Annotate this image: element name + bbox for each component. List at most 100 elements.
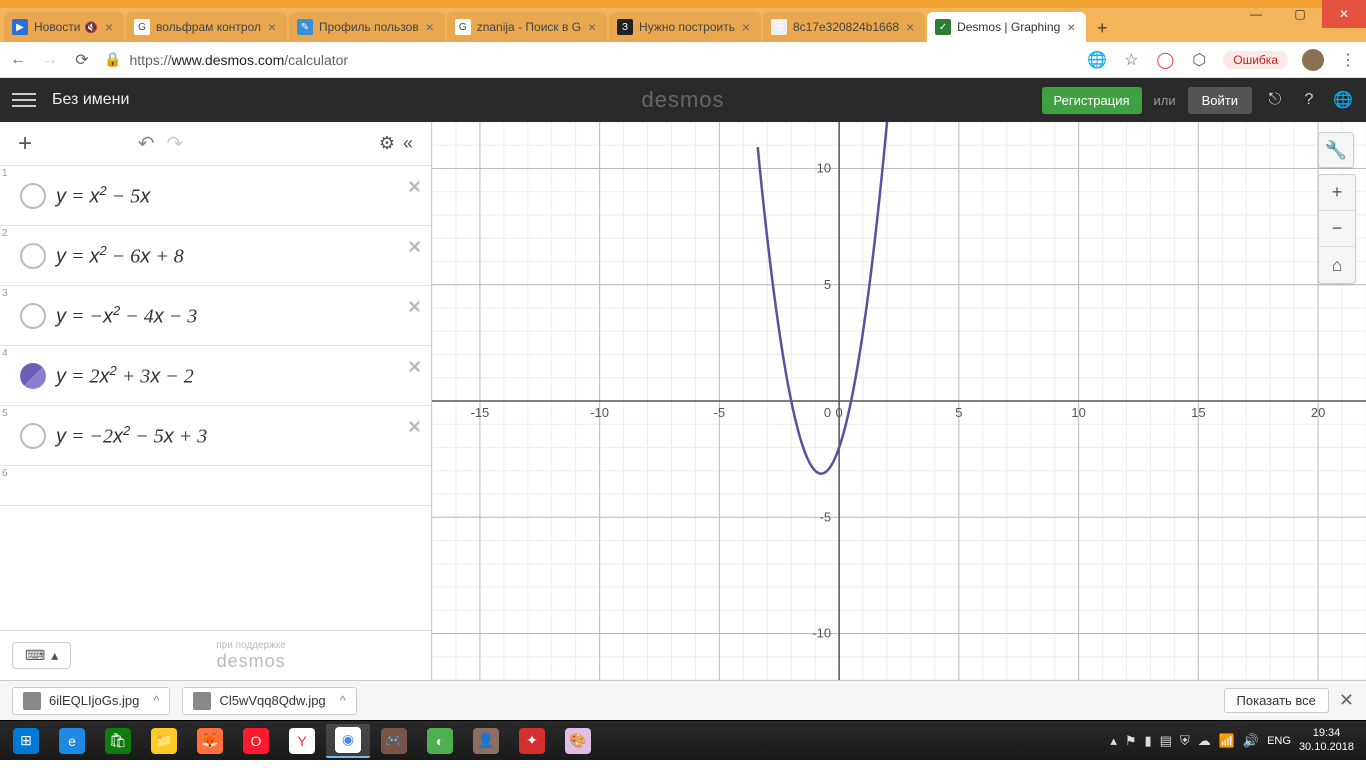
hamburger-menu-icon[interactable] [12, 88, 36, 112]
expression-formula[interactable]: y = −x2 − 4x − 3 [56, 289, 431, 343]
zoom-out-button[interactable]: − [1319, 211, 1355, 247]
expression-delete-icon[interactable]: × [408, 174, 421, 200]
mute-icon[interactable]: 🔇 [84, 21, 98, 34]
bookmark-star-icon[interactable]: ☆ [1121, 50, 1141, 70]
graph-canvas[interactable]: -15-10-505101520-10-55100 🔧 + − ⌂ [432, 122, 1366, 680]
login-button[interactable]: Войти [1188, 87, 1252, 114]
download-item[interactable]: Cl5wVqq8Qdw.jpg^ [182, 687, 356, 715]
tray-chevron-up-icon[interactable]: ▴ [1110, 733, 1117, 749]
taskbar-app2[interactable]: ◐ [418, 724, 462, 758]
tray-language[interactable]: ENG [1267, 735, 1291, 747]
window-minimize-button[interactable]: — [1234, 0, 1278, 28]
home-button[interactable]: ⌂ [1319, 247, 1355, 283]
expression-delete-icon[interactable]: × [408, 354, 421, 380]
taskbar-opera[interactable]: O [234, 724, 278, 758]
tray-flag-icon[interactable]: ⚑ [1125, 733, 1137, 749]
share-icon[interactable]: ⎋ [1264, 89, 1286, 111]
expression-row[interactable]: 1 y = x2 − 5x × [0, 166, 431, 226]
expression-delete-icon[interactable]: × [408, 414, 421, 440]
taskbar-explorer[interactable]: 📁 [142, 724, 186, 758]
taskbar-app1[interactable]: 🎮 [372, 724, 416, 758]
help-icon[interactable]: ? [1298, 89, 1320, 111]
zoom-in-button[interactable]: + [1319, 175, 1355, 211]
tab-close-icon[interactable]: × [423, 20, 437, 34]
browser-tab[interactable]: ✎ Профиль пользов × [289, 12, 445, 42]
taskbar-app3[interactable]: 👤 [464, 724, 508, 758]
tab-close-icon[interactable]: × [1064, 20, 1078, 34]
tray-onedrive-icon[interactable]: ☁ [1198, 733, 1211, 749]
expression-visibility-toggle[interactable] [20, 243, 46, 269]
expression-row[interactable]: 2 y = x2 − 6x + 8 × [0, 226, 431, 286]
reload-button[interactable]: ⟳ [72, 50, 92, 70]
browser-tab[interactable]: 🗎 8c17e320824b1668 × [763, 12, 925, 42]
taskbar-ie[interactable]: e [50, 724, 94, 758]
window-close-button[interactable]: ✕ [1322, 0, 1366, 28]
language-icon[interactable]: 🌐 [1332, 89, 1354, 111]
expression-formula[interactable]: y = −2x2 − 5x + 3 [56, 409, 431, 463]
browser-tab[interactable]: ▶ Новости 🔇 × [4, 12, 124, 42]
tab-close-icon[interactable]: × [585, 20, 599, 34]
expression-visibility-toggle[interactable] [20, 363, 46, 389]
tab-close-icon[interactable]: × [102, 20, 116, 34]
taskbar-app4[interactable]: ✦ [510, 724, 554, 758]
browser-tab[interactable]: З Нужно построить × [609, 12, 761, 42]
browser-tab[interactable]: G вольфрам контрол × [126, 12, 287, 42]
opera-extension-icon[interactable]: ◯ [1155, 50, 1175, 70]
tab-close-icon[interactable]: × [265, 20, 279, 34]
taskbar-firefox[interactable]: 🦊 [188, 724, 232, 758]
tray-volume-icon[interactable]: 🔊 [1243, 733, 1259, 749]
close-downloads-bar-button[interactable]: ✕ [1339, 690, 1354, 711]
window-maximize-button[interactable]: ▢ [1278, 0, 1322, 28]
expression-row[interactable]: 3 y = −x2 − 4x − 3 × [0, 286, 431, 346]
tray-wifi-icon[interactable]: 📶 [1219, 733, 1235, 749]
tab-title: znanija - Поиск в G [477, 20, 581, 34]
start-button[interactable]: ⊞ [4, 724, 48, 758]
tab-close-icon[interactable]: × [903, 20, 917, 34]
expression-visibility-toggle[interactable] [20, 423, 46, 449]
download-item[interactable]: 6ilEQLIjoGs.jpg^ [12, 687, 170, 715]
add-expression-button[interactable]: + [10, 130, 40, 158]
expression-visibility-toggle[interactable] [20, 303, 46, 329]
expression-formula[interactable]: y = 2x2 + 3x − 2 [56, 349, 431, 403]
tab-close-icon[interactable]: × [739, 20, 753, 34]
expression-row[interactable]: 6 [0, 466, 431, 506]
browser-address-bar: ← → ⟳ 🔒 https://www.desmos.com/calculato… [0, 42, 1366, 78]
translate-icon[interactable]: 🌐 [1087, 50, 1107, 70]
profile-avatar[interactable] [1302, 49, 1324, 71]
graph-title[interactable]: Без имени [52, 91, 129, 109]
expression-formula[interactable]: y = x2 − 6x + 8 [56, 229, 431, 283]
taskbar-store[interactable]: 🛍 [96, 724, 140, 758]
chevron-up-icon[interactable]: ^ [340, 693, 346, 708]
expression-formula[interactable]: y = x2 − 5x [56, 169, 431, 223]
forward-button[interactable]: → [40, 50, 60, 70]
taskbar-paint[interactable]: 🎨 [556, 724, 600, 758]
settings-gear-icon[interactable]: ⚙ [379, 133, 395, 154]
expression-delete-icon[interactable]: × [408, 294, 421, 320]
tray-shield-icon[interactable]: ⛨ [1180, 733, 1190, 749]
keyboard-toggle-button[interactable]: ⌨ ▴ [12, 642, 71, 669]
url-input[interactable]: 🔒 https://www.desmos.com/calculator [104, 51, 1075, 68]
expression-visibility-toggle[interactable] [20, 183, 46, 209]
taskbar-yandex[interactable]: Y [280, 724, 324, 758]
expression-row[interactable]: 5 y = −2x2 − 5x + 3 × [0, 406, 431, 466]
register-button[interactable]: Регистрация [1042, 87, 1142, 114]
expression-delete-icon[interactable]: × [408, 234, 421, 260]
shield-icon[interactable]: ⬡ [1189, 50, 1209, 70]
collapse-sidebar-icon[interactable]: « [403, 133, 413, 154]
taskbar-chrome[interactable]: ◉ [326, 724, 370, 758]
tray-network-icon[interactable]: ▤ [1160, 733, 1172, 749]
tray-battery-icon[interactable]: ▮ [1145, 733, 1152, 749]
browser-tab[interactable]: G znanija - Поиск в G × [447, 12, 607, 42]
browser-tab[interactable]: ✓ Desmos | Graphing × [927, 12, 1086, 42]
wrench-settings-button[interactable]: 🔧 [1318, 132, 1354, 168]
chevron-up-icon[interactable]: ^ [153, 693, 159, 708]
back-button[interactable]: ← [8, 50, 28, 70]
chrome-menu-icon[interactable]: ⋮ [1338, 50, 1358, 70]
undo-button[interactable]: ↶ [138, 131, 155, 156]
error-badge[interactable]: Ошибка [1223, 51, 1288, 69]
redo-button[interactable]: ↷ [167, 131, 184, 156]
new-tab-button[interactable]: + [1088, 14, 1116, 42]
expression-row[interactable]: 4 y = 2x2 + 3x − 2 × [0, 346, 431, 406]
show-all-downloads-button[interactable]: Показать все [1224, 688, 1329, 713]
tray-clock[interactable]: 19:34 30.10.2018 [1299, 727, 1354, 753]
